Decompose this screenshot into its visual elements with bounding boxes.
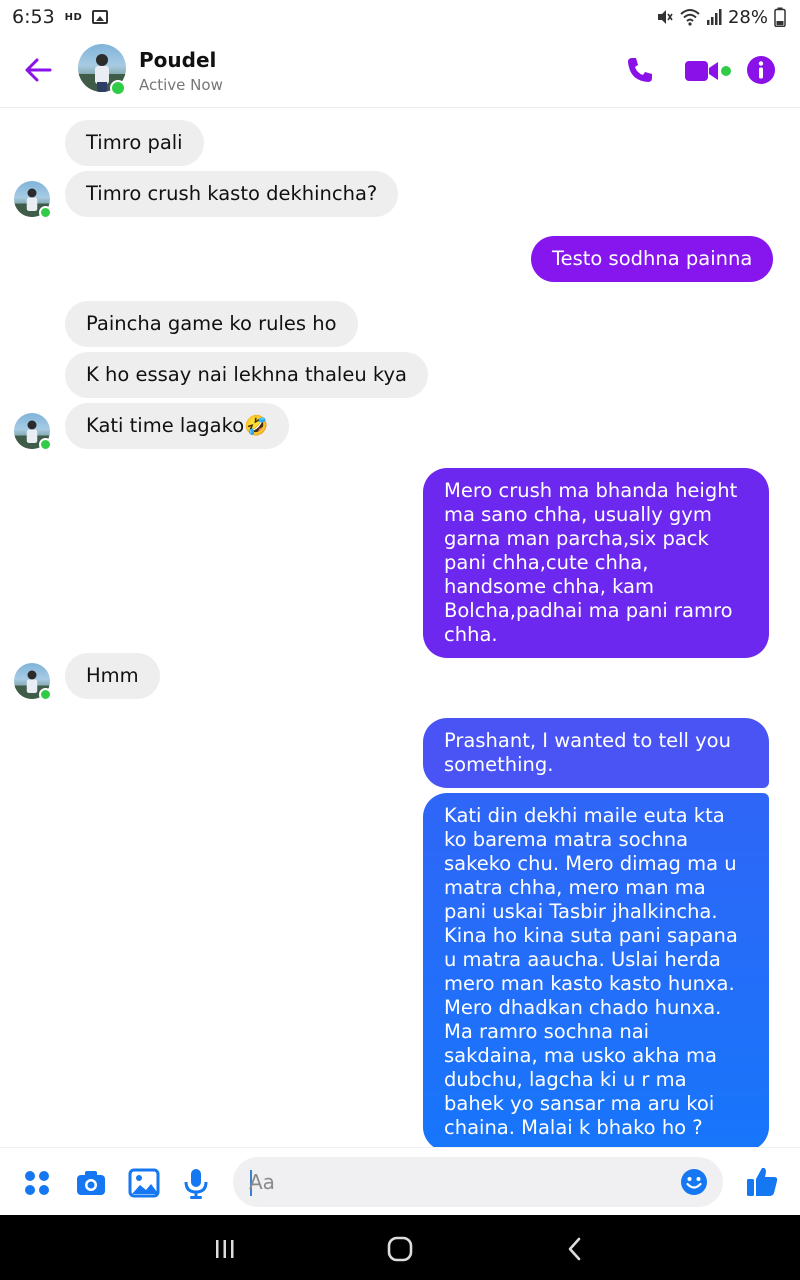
emoji-icon[interactable] bbox=[680, 1168, 708, 1196]
composer-toolbar bbox=[0, 1147, 800, 1215]
online-indicator bbox=[110, 80, 126, 96]
contact-name[interactable]: Poudel bbox=[139, 48, 216, 72]
message-received[interactable]: K ho essay nai lekhna thaleu kya bbox=[65, 352, 428, 398]
microphone-icon[interactable] bbox=[179, 1166, 213, 1200]
thumbs-up-icon[interactable] bbox=[744, 1164, 780, 1200]
message-sent[interactable]: Mero crush ma bhanda height ma sano chha… bbox=[423, 468, 769, 658]
battery-percent: 28% bbox=[727, 6, 768, 28]
apps-grid-icon[interactable] bbox=[20, 1166, 54, 1200]
phone-icon[interactable] bbox=[624, 54, 656, 86]
gallery-notification-icon bbox=[92, 10, 109, 24]
online-indicator bbox=[39, 206, 52, 219]
info-icon[interactable] bbox=[746, 55, 776, 85]
message-sent[interactable]: Kati din dekhi maile euta kta ko barema … bbox=[423, 793, 769, 1151]
message-received[interactable]: Hmm bbox=[65, 653, 160, 699]
contact-status: Active Now bbox=[139, 76, 223, 94]
back-arrow-icon[interactable] bbox=[22, 54, 54, 86]
message-composer[interactable] bbox=[233, 1157, 723, 1207]
online-indicator bbox=[39, 688, 52, 701]
wifi-icon bbox=[680, 9, 700, 26]
recent-apps-icon[interactable] bbox=[211, 1235, 239, 1263]
signal-icon bbox=[706, 9, 722, 25]
status-bar: 6:53 HD 28% bbox=[0, 0, 800, 34]
system-nav-bar bbox=[0, 1215, 800, 1280]
home-icon[interactable] bbox=[386, 1235, 414, 1263]
video-camera-icon[interactable] bbox=[684, 56, 736, 86]
message-received[interactable]: Timro pali bbox=[65, 120, 204, 166]
mute-icon bbox=[657, 10, 673, 24]
message-sent[interactable]: Prashant, I wanted to tell you something… bbox=[423, 718, 769, 788]
message-received[interactable]: Kati time lagako🤣 bbox=[65, 403, 290, 449]
message-received[interactable]: Timro crush kasto dekhincha? bbox=[65, 171, 399, 217]
message-received[interactable]: Paincha game ko rules ho bbox=[65, 301, 358, 347]
status-time: 6:53 bbox=[12, 6, 55, 28]
message-input[interactable] bbox=[249, 1167, 659, 1197]
messenger-chat-screen: 6:53 HD 28% Poudel Active Now Timro pali bbox=[0, 0, 800, 1280]
gallery-icon[interactable] bbox=[127, 1166, 161, 1200]
hd-icon: HD bbox=[64, 11, 83, 23]
online-indicator bbox=[39, 438, 52, 451]
message-sent[interactable]: Testo sodhna painna bbox=[531, 236, 774, 282]
back-icon[interactable] bbox=[561, 1235, 589, 1263]
camera-icon[interactable] bbox=[74, 1166, 108, 1200]
chat-header: Poudel Active Now bbox=[0, 34, 800, 108]
battery-icon bbox=[774, 7, 786, 27]
